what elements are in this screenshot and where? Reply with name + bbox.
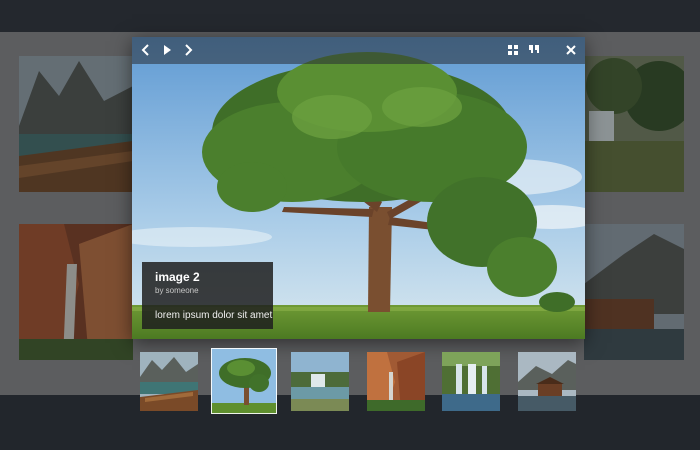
chevron-left-icon[interactable]	[137, 41, 155, 59]
quote-icon[interactable]	[525, 41, 543, 59]
thumbnail-lake-mountains-boat[interactable]	[140, 352, 198, 411]
gallery-tile-lake[interactable]	[19, 56, 133, 192]
thumbnail-tree-in-meadow[interactable]	[211, 348, 277, 414]
image-caption: image 2 by someone lorem ipsum dolor sit…	[142, 262, 273, 329]
thumbnail-lakeside-cabin[interactable]	[518, 352, 576, 411]
play-icon[interactable]	[158, 41, 176, 59]
chevron-right-icon[interactable]	[179, 41, 197, 59]
bottom-band	[0, 395, 700, 450]
gallery-tile-waterfall[interactable]	[584, 56, 684, 192]
lightbox: image 2 by someone lorem ipsum dolor sit…	[132, 37, 585, 339]
thumbnail-waterfall-forest[interactable]	[442, 352, 500, 411]
thumbnail-red-rock-canyon[interactable]	[367, 352, 425, 411]
gallery-tile-canyon[interactable]	[19, 224, 133, 360]
lightbox-toolbar	[132, 37, 585, 64]
caption-title: image 2	[155, 270, 200, 284]
close-icon[interactable]	[562, 41, 580, 59]
caption-description: lorem ipsum dolor sit amet	[155, 310, 273, 321]
top-band	[0, 0, 700, 32]
thumbnail-river-waterfall[interactable]	[291, 352, 349, 411]
caption-author: by someone	[155, 286, 199, 295]
gallery-tile-cabin[interactable]	[584, 224, 684, 360]
grid-icon[interactable]	[504, 41, 522, 59]
